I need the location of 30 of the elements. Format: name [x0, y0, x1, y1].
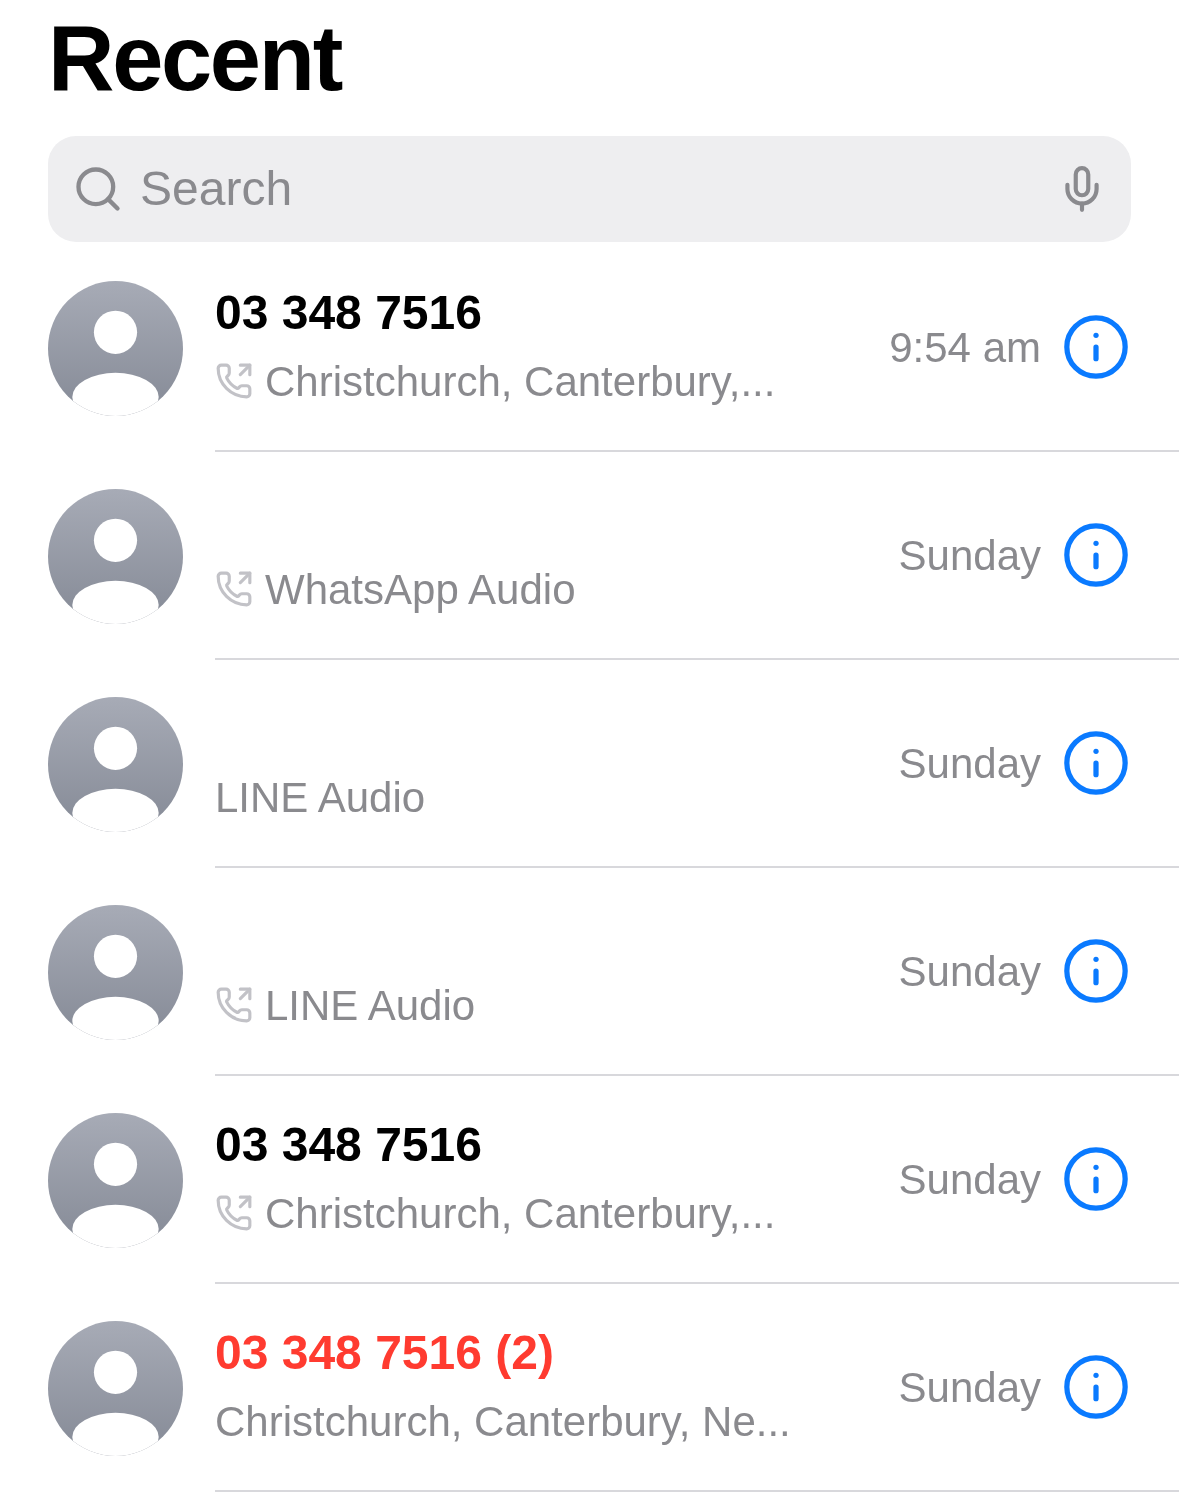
page-title: Recent [48, 8, 343, 108]
call-time: 9:54 am [889, 322, 1041, 373]
call-time: Sunday [898, 946, 1041, 997]
avatar-icon [48, 1320, 183, 1456]
call-time: Sunday [898, 1154, 1041, 1205]
call-detail: LINE Audio [265, 980, 476, 1031]
avatar-icon [48, 696, 183, 832]
info-button[interactable] [1061, 728, 1131, 798]
call-detail: WhatsApp Audio [265, 564, 576, 615]
caller-name: 03 348 7516 [215, 285, 482, 341]
call-time: Sunday [898, 738, 1041, 789]
call-detail: Christchurch, Canterbury,... [265, 1188, 776, 1239]
info-button[interactable] [1061, 936, 1131, 1006]
avatar-icon [48, 488, 183, 624]
call-detail: Christchurch, Canterbury,... [265, 356, 776, 407]
info-button[interactable] [1061, 1144, 1131, 1214]
info-button[interactable] [1061, 1352, 1131, 1422]
info-button[interactable] [1061, 520, 1131, 590]
search-field[interactable]: Search [140, 153, 1041, 225]
call-time: Sunday [898, 1362, 1041, 1413]
avatar-icon [48, 280, 183, 416]
call-detail: Christchurch, Canterbury, Ne... [215, 1396, 791, 1447]
avatar-icon [48, 1112, 183, 1248]
caller-name: 03 348 7516 [215, 1117, 482, 1173]
avatar-icon [48, 904, 183, 1040]
info-button[interactable] [1061, 312, 1131, 382]
call-detail: LINE Audio [215, 772, 426, 823]
caller-name: 03 348 7516 (2) [215, 1325, 554, 1381]
call-time: Sunday [898, 530, 1041, 581]
search-bar[interactable]: Search [48, 136, 1131, 242]
